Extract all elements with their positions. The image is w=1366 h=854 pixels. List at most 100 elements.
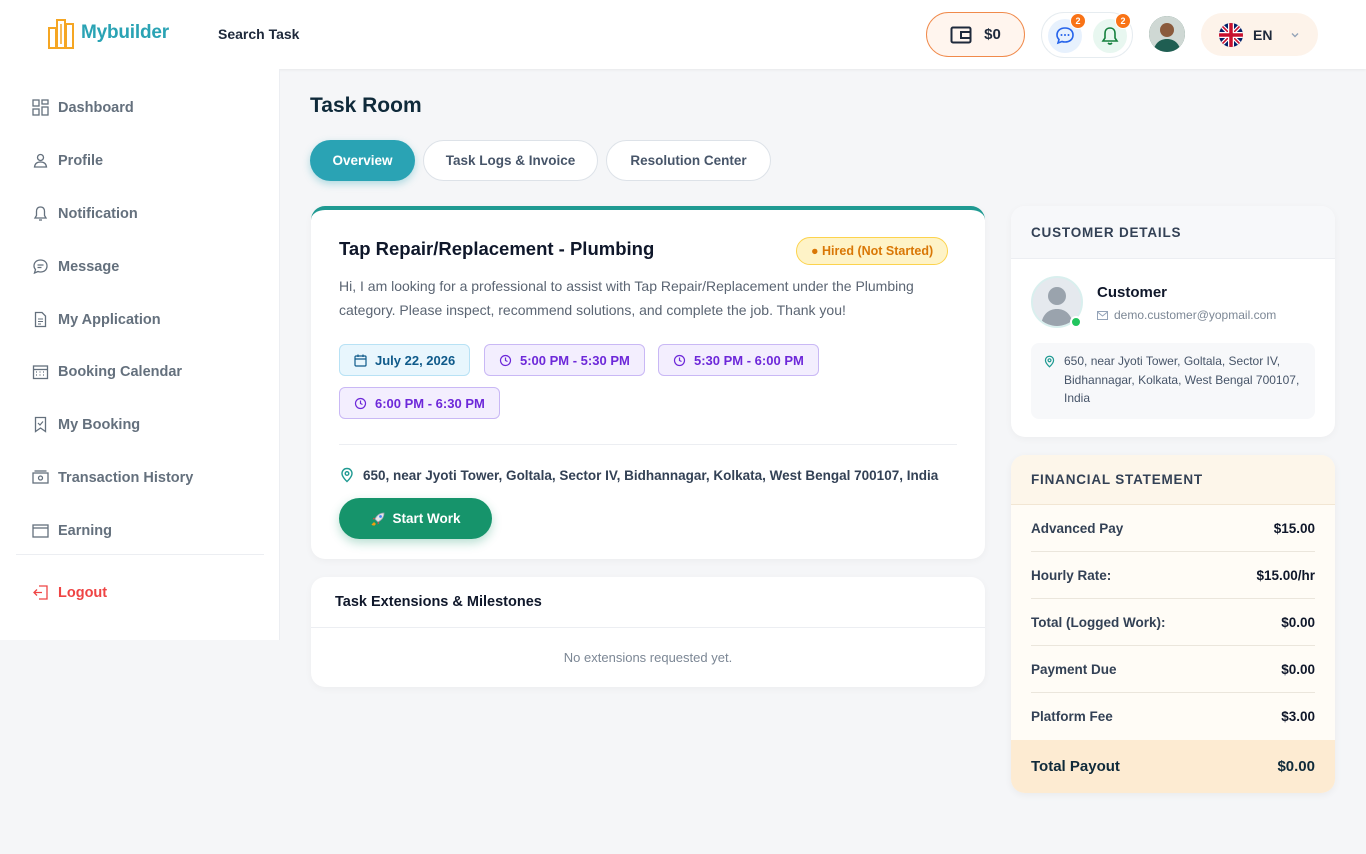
notifications-button[interactable]: 2 <box>1093 13 1131 53</box>
customer-name: Customer <box>1097 284 1168 301</box>
sidebar-item-my-application[interactable]: My Application <box>32 311 161 328</box>
financial-row-platform-fee: Platform Fee $3.00 <box>1031 693 1315 740</box>
dashboard-icon <box>32 99 49 116</box>
time-slot: 5:00 PM - 5:30 PM <box>520 352 630 368</box>
customer-email: demo.customer@yopmail.com <box>1097 308 1276 322</box>
financial-label: Advanced Pay <box>1031 520 1124 536</box>
extensions-empty-state: No extensions requested yet. <box>563 650 733 665</box>
financial-statement-card: FINANCIAL STATEMENT Advanced Pay $15.00 … <box>1011 455 1335 793</box>
customer-email-text: demo.customer@yopmail.com <box>1114 308 1277 322</box>
financial-label: Total (Logged Work): <box>1031 614 1166 630</box>
sidebar-item-my-booking[interactable]: My Booking <box>32 416 140 433</box>
calendar-icon <box>354 354 367 367</box>
search-task-link[interactable]: Search Task <box>218 26 299 42</box>
financial-value: $15.00/hr <box>1256 567 1315 583</box>
earning-icon <box>32 524 49 538</box>
chat-icon <box>33 259 48 275</box>
bell-icon <box>33 206 48 221</box>
task-extensions-card: Task Extensions & Milestones No extensio… <box>311 577 985 687</box>
financial-statement-header: FINANCIAL STATEMENT <box>1011 455 1335 505</box>
cash-icon <box>32 470 49 484</box>
mail-icon <box>1097 310 1108 320</box>
extensions-title: Task Extensions & Milestones <box>335 594 542 610</box>
financial-row-hourly-rate: Hourly Rate: $15.00/hr <box>1031 552 1315 599</box>
tab-task-logs-invoice[interactable]: Task Logs & Invoice <box>423 140 598 181</box>
financial-value: $0.00 <box>1281 661 1315 677</box>
brand-logo[interactable]: Mybuilder <box>47 16 169 50</box>
header-actions: 2 2 <box>1041 12 1133 58</box>
task-address-text: 650, near Jyoti Tower, Goltala, Sector I… <box>363 467 939 483</box>
bookmark-icon <box>34 416 47 433</box>
tab-resolution-center[interactable]: Resolution Center <box>606 140 771 181</box>
total-payout-value: $0.00 <box>1277 758 1315 775</box>
location-pin-icon <box>1044 355 1055 368</box>
logo-icon <box>48 19 74 49</box>
customer-details-card: CUSTOMER DETAILS Customer demo.customer@… <box>1011 206 1335 437</box>
customer-address: 650, near Jyoti Tower, Goltala, Sector I… <box>1064 354 1300 405</box>
sidebar-item-message[interactable]: Message <box>32 258 119 275</box>
financial-value: $15.00 <box>1273 520 1315 536</box>
logout-button[interactable]: Logout <box>32 584 107 601</box>
time-slot-chip: 6:00 PM - 6:30 PM <box>339 387 500 419</box>
sidebar-item-label: Transaction History <box>58 469 194 486</box>
user-photo-icon <box>1149 16 1185 52</box>
financial-label: Payment Due <box>1031 661 1117 677</box>
total-payout-label: Total Payout <box>1031 758 1120 775</box>
messages-badge: 2 <box>1070 13 1086 29</box>
wallet-button[interactable]: $0 <box>926 12 1025 57</box>
total-payout-row: Total Payout $0.00 <box>1011 740 1335 793</box>
status-badge: ● Hired (Not Started) <box>796 237 949 265</box>
sidebar: Dashboard Profile Notification Message M… <box>0 69 280 640</box>
financial-row-total-logged-work: Total (Logged Work): $0.00 <box>1031 599 1315 646</box>
customer-address-box: 650, near Jyoti Tower, Goltala, Sector I… <box>1031 343 1315 419</box>
card-divider <box>311 627 985 628</box>
customer-details-header: CUSTOMER DETAILS <box>1011 206 1335 259</box>
sidebar-item-booking-calendar[interactable]: Booking Calendar <box>32 363 182 380</box>
task-address: 650, near Jyoti Tower, Goltala, Sector I… <box>339 467 938 483</box>
sidebar-item-label: Booking Calendar <box>58 363 183 380</box>
clock-icon <box>499 354 512 366</box>
bell-icon <box>1101 27 1119 45</box>
user-icon <box>33 153 48 168</box>
clock-icon <box>354 397 367 409</box>
wallet-amount: $0 <box>984 26 1001 43</box>
time-slot-chip: 5:00 PM - 5:30 PM <box>484 344 645 376</box>
card-divider <box>339 444 957 445</box>
financial-statement-title: FINANCIAL STATEMENT <box>1031 472 1203 487</box>
wallet-icon <box>950 26 972 43</box>
chat-icon <box>1056 27 1074 45</box>
sidebar-item-earning[interactable]: Earning <box>32 522 112 539</box>
tab-overview[interactable]: Overview <box>310 140 415 181</box>
time-slot-chip: 5:30 PM - 6:00 PM <box>658 344 819 376</box>
online-status-indicator <box>1070 316 1082 328</box>
page-title: Task Room <box>310 94 422 117</box>
messages-button[interactable]: 2 <box>1048 13 1086 53</box>
sidebar-item-dashboard[interactable]: Dashboard <box>32 99 134 116</box>
sidebar-item-label: Notification <box>58 205 138 222</box>
financial-value: $3.00 <box>1281 709 1315 724</box>
financial-label: Hourly Rate: <box>1031 567 1112 583</box>
logout-label: Logout <box>58 584 108 601</box>
sidebar-divider <box>16 554 264 555</box>
task-date: July 22, 2026 <box>375 352 456 368</box>
sidebar-item-notification[interactable]: Notification <box>32 205 138 222</box>
start-work-button[interactable]: Start Work <box>339 498 492 539</box>
time-slot: 6:00 PM - 6:30 PM <box>375 395 485 411</box>
language-code: EN <box>1253 26 1273 43</box>
sidebar-item-profile[interactable]: Profile <box>32 152 103 169</box>
sidebar-item-label: Dashboard <box>58 99 134 116</box>
document-icon <box>34 311 47 328</box>
task-overview-card: Tap Repair/Replacement - Plumbing ● Hire… <box>311 206 985 559</box>
brand-name: Mybuilder <box>81 22 169 43</box>
task-title: Tap Repair/Replacement - Plumbing <box>339 238 655 259</box>
start-work-label: Start Work <box>392 511 461 526</box>
clock-icon <box>673 354 686 366</box>
sidebar-item-transaction-history[interactable]: Transaction History <box>32 469 193 486</box>
logout-icon <box>33 585 48 600</box>
language-selector[interactable]: EN <box>1201 13 1318 56</box>
sidebar-item-label: Earning <box>58 522 112 539</box>
user-avatar[interactable] <box>1149 16 1185 52</box>
task-description: Hi, I am looking for a professional to a… <box>339 278 914 318</box>
sidebar-item-label: Profile <box>58 152 104 169</box>
financial-row-advanced-pay: Advanced Pay $15.00 <box>1031 505 1315 552</box>
